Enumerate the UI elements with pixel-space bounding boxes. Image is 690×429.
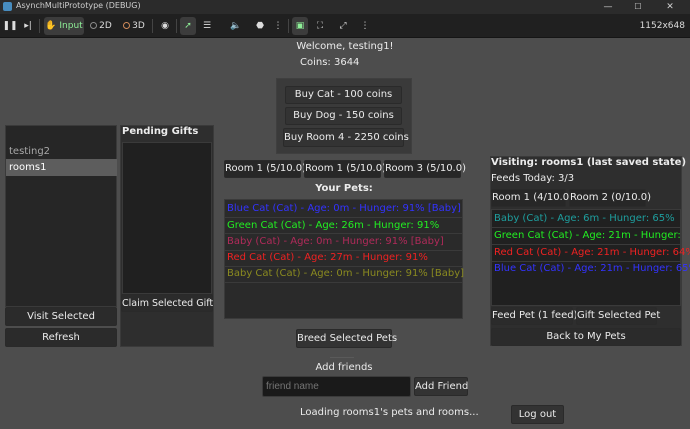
pet-list-item[interactable]: Baby (Cat) - Age: 0m - Hunger: 91% [Baby… [227,236,444,247]
gifts-list[interactable] [122,142,212,294]
friend-name-input[interactable] [262,376,411,397]
mode-3d-label: 3D [132,21,145,31]
claim-gift-button[interactable]: Claim Selected Gift [121,294,213,312]
add-friend-button[interactable]: Add Friend [414,377,468,396]
more-icon[interactable]: ⋮ [270,17,286,35]
visiting-title: Visiting: rooms1 (last saved state) [491,157,687,168]
mode-3d-button[interactable]: 3D [121,17,147,35]
breed-button[interactable]: Breed Selected Pets [296,329,397,348]
visit-pet-list-item[interactable]: Red Cat (Cat) - Age: 21m - Hunger: 64% [494,247,690,258]
list-divider [492,227,680,228]
eye-icon[interactable]: ◉ [157,17,173,35]
more-icon[interactable]: ⋮ [357,17,373,35]
3d-icon [123,22,131,29]
pet-list-item[interactable]: Green Cat (Cat) - Age: 26m - Hunger: 91% [227,220,439,231]
mode-2d-button[interactable]: 2D [88,17,114,35]
camera-icon[interactable]: ⬣ [252,17,268,35]
close-button[interactable]: ✕ [656,0,684,14]
friend-list-item[interactable]: testing2 [9,146,50,157]
list-divider [225,250,462,251]
friend-list-item-selected[interactable]: rooms1 [6,159,117,176]
pet-list-item[interactable]: Red Cat (Cat) - Age: 27m - Hunger: 91% [227,252,428,263]
coins-label: Coins: 3644 [300,57,360,68]
game-toolbar: ❚❚ ▸| ✋ Input 2D 3D ◉ ➚ ☰ 🔈 ⬣ ⋮ ▣ ⛶ ⤢ ⋮ … [0,14,690,38]
list-divider [225,233,462,234]
toolbar-divider [152,19,153,33]
pause-icon[interactable]: ❚❚ [2,17,18,35]
pet-list-item[interactable]: Baby Cat (Cat) - Age: 0m - Hunger: 91% [… [227,268,464,279]
visit-pet-list-item[interactable]: Baby (Cat) - Age: 6m - Hunger: 65% [494,213,675,224]
minimize-button[interactable]: — [594,0,622,14]
input-icon: ✋ [45,21,57,31]
maximize-button[interactable]: ☐ [624,0,652,14]
visit-room-tab-2[interactable]: Room 2 (0/10.0) [569,189,651,207]
list-divider [492,244,680,245]
window-title: AsynchMultiPrototype (DEBUG) [16,1,141,10]
feed-pet-button[interactable]: Feed Pet (1 feed) [491,307,577,325]
embed-icon[interactable]: ▣ [292,17,308,35]
buy-dog-button[interactable]: Buy Dog - 150 coins [285,107,402,125]
godot-app-icon [3,2,12,11]
list-divider [225,266,462,267]
mode-2d-label: 2D [99,21,112,31]
list-divider [225,282,462,283]
visit-pet-list-item[interactable]: Green Cat (Cat) - Age: 21m - Hunger: 6..… [494,230,680,241]
visit-room-tab-1[interactable]: Room 1 (4/10.0) [491,189,573,207]
buy-room-button[interactable]: Buy Room 4 - 2250 coins [283,128,409,147]
back-to-pets-button[interactable]: Back to My Pets [491,328,681,346]
input-toggle-button[interactable]: ✋ Input [44,17,84,35]
2d-icon [90,22,98,29]
list-divider [225,217,462,218]
logout-button[interactable]: Log out [511,405,564,424]
visit-selected-button[interactable]: Visit Selected [5,307,117,326]
pending-gifts-title: Pending Gifts [122,126,199,137]
select-arrow-icon[interactable]: ➚ [180,17,196,35]
add-friends-separator [330,357,354,358]
refresh-button[interactable]: Refresh [5,328,117,347]
toolbar-divider [288,19,289,33]
buy-cat-button[interactable]: Buy Cat - 100 coins [285,86,402,104]
feeds-today-label: Feeds Today: 3/3 [491,173,575,184]
step-icon[interactable]: ▸| [20,17,36,35]
window-titlebar: AsynchMultiPrototype (DEBUG) — ☐ ✕ [0,0,690,14]
list-divider [492,261,680,262]
pet-list-item[interactable]: Blue Cat (Cat) - Age: 0m - Hunger: 91% [… [227,203,461,214]
room-tab-3[interactable]: Room 3 (5/10.0) [384,160,466,178]
visit-pet-list-item[interactable]: Blue Cat (Cat) - Age: 21m - Hunger: 65% [494,263,690,274]
add-friends-title: Add friends [315,362,373,373]
list-icon[interactable]: ☰ [199,17,215,35]
your-pets-title: Your Pets: [315,183,373,194]
welcome-label: Welcome, testing1! [296,41,394,52]
expand-icon[interactable]: ⤢ [335,17,351,35]
resolution-label: 1152x648 [639,21,685,31]
input-label: Input [59,21,83,31]
status-label: Loading rooms1's pets and rooms... [300,407,479,418]
room-tab-1[interactable]: Room 1 (5/10.0) [224,160,306,178]
fit-icon[interactable]: ⛶ [312,17,328,35]
gift-pet-button[interactable]: Gift Selected Pet [576,307,660,325]
speaker-icon[interactable]: 🔈 [228,17,244,35]
room-tab-2[interactable]: Room 1 (5/10.0) [304,160,386,178]
toolbar-divider [176,19,177,33]
toolbar-divider [39,19,40,33]
